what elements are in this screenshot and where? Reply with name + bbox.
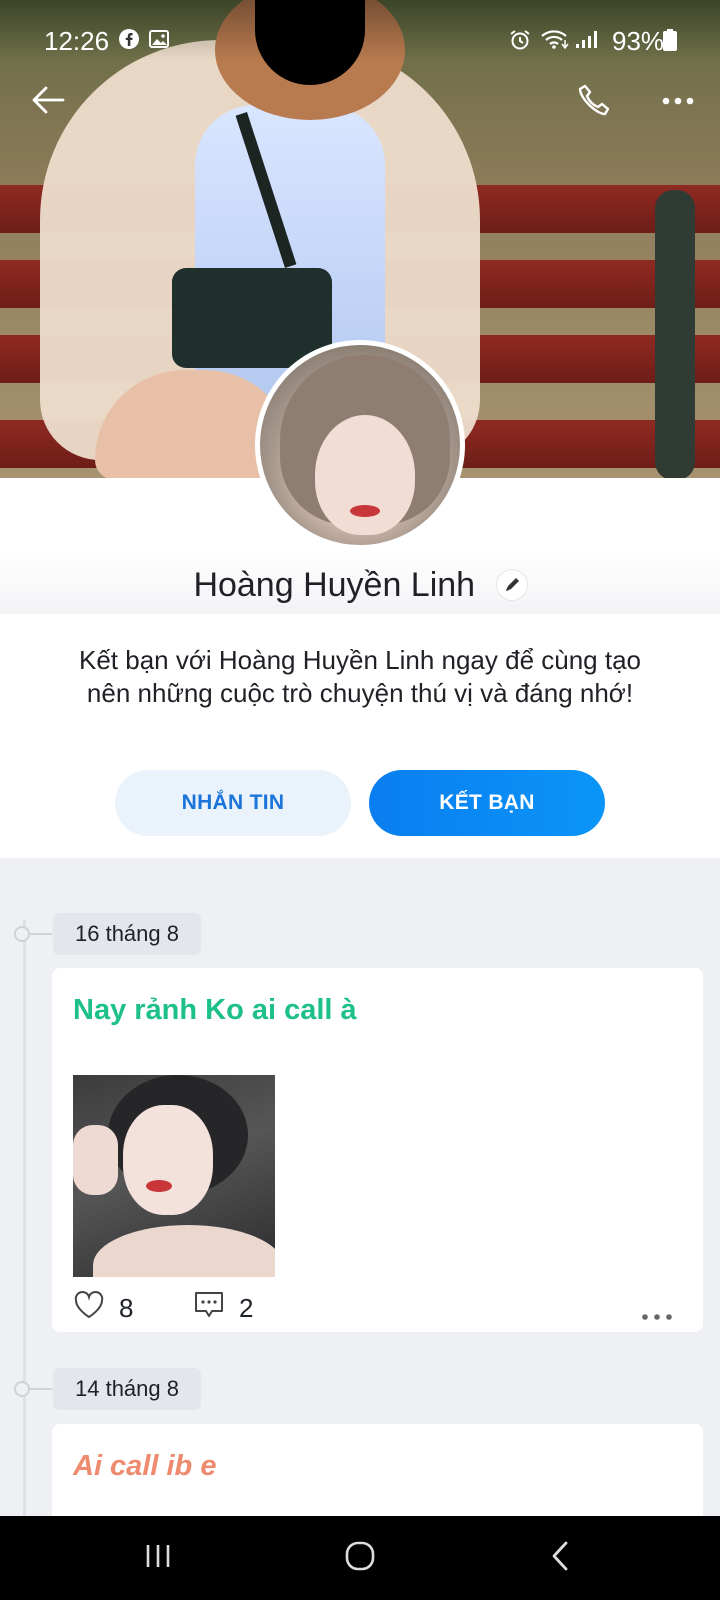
heart-icon xyxy=(73,1290,119,1327)
more-options-button[interactable] xyxy=(654,78,702,126)
back-icon xyxy=(548,1540,572,1577)
home-icon xyxy=(344,1540,376,1577)
avatar-lips xyxy=(350,505,380,517)
battery-percent: 93% xyxy=(612,26,665,56)
photo-hand xyxy=(73,1125,118,1195)
phone-icon xyxy=(576,82,612,123)
like-button[interactable]: 8 xyxy=(73,1290,133,1327)
status-bar: 12:26 93% xyxy=(0,0,720,80)
profile-avatar[interactable] xyxy=(255,340,465,550)
post-title: Nay rảnh Ko ai call à xyxy=(73,994,357,1026)
call-button[interactable] xyxy=(570,78,618,126)
status-time: 12:26 xyxy=(44,26,110,56)
message-button[interactable]: NHẮN TIN xyxy=(115,770,351,836)
photo-shoulder xyxy=(93,1225,275,1277)
timeline-dot xyxy=(14,1381,30,1397)
avatar-face xyxy=(315,415,415,535)
post-actions: 8 2 xyxy=(73,1290,683,1330)
like-count: 8 xyxy=(119,1293,134,1323)
timeline-tick xyxy=(30,1388,52,1390)
recents-icon xyxy=(143,1542,173,1575)
post-title: Ai call ib e xyxy=(73,1450,217,1482)
comment-count: 2 xyxy=(239,1293,254,1323)
comment-icon xyxy=(193,1290,239,1327)
system-nav-bar xyxy=(0,1516,720,1600)
timeline-dot xyxy=(14,926,30,942)
date-chip: 14 tháng 8 xyxy=(53,1368,201,1410)
more-icon xyxy=(662,93,694,111)
pencil-icon xyxy=(505,578,519,592)
home-button[interactable] xyxy=(338,1538,382,1578)
comment-button[interactable]: 2 xyxy=(193,1290,253,1327)
battery-icon xyxy=(662,28,678,51)
edit-name-button[interactable] xyxy=(496,570,527,601)
back-button[interactable] xyxy=(24,78,72,126)
post-card[interactable]: Nay rảnh Ko ai call à 8 2 xyxy=(52,968,703,1332)
post-photo[interactable] xyxy=(73,1075,275,1277)
photo-face xyxy=(123,1105,213,1215)
more-icon xyxy=(641,1298,673,1328)
facebook-icon xyxy=(118,28,140,50)
recents-button[interactable] xyxy=(136,1538,180,1578)
signal-icon xyxy=(574,28,604,50)
alarm-icon xyxy=(508,28,530,50)
photo-lips xyxy=(146,1180,172,1192)
gallery-icon xyxy=(148,28,170,50)
date-chip: 16 tháng 8 xyxy=(53,913,201,955)
friend-intro-text: Kết bạn với Hoàng Huyền Linh ngay để cùn… xyxy=(79,645,641,708)
cover-bench-leg xyxy=(655,190,695,480)
back-arrow-icon xyxy=(31,85,65,120)
timeline-line xyxy=(23,920,26,1520)
timeline-tick xyxy=(30,933,52,935)
post-more-button[interactable] xyxy=(641,1298,673,1329)
profile-name-row: Hoàng Huyền Linh xyxy=(0,564,720,605)
add-friend-button[interactable]: KẾT BẠN xyxy=(369,770,605,836)
system-back-button[interactable] xyxy=(538,1538,582,1578)
wifi-icon xyxy=(540,28,570,50)
profile-name: Hoàng Huyền Linh xyxy=(193,565,476,604)
